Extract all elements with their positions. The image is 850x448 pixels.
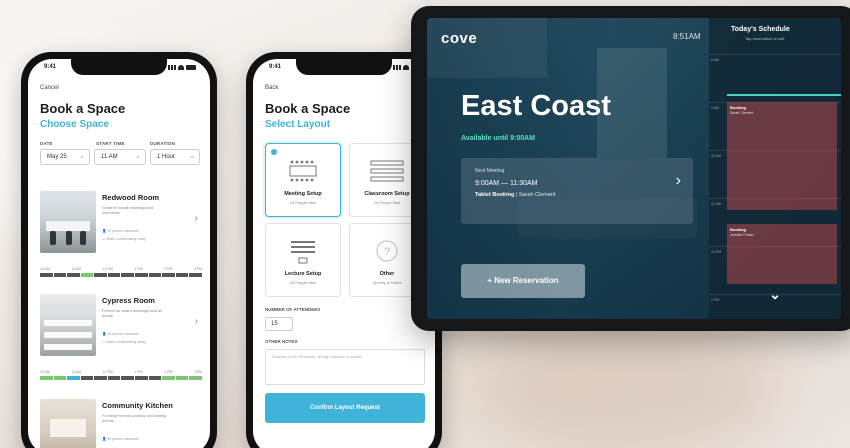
date-label: DATE bbox=[40, 141, 53, 146]
duration-select[interactable]: 1 Hour ⌄ bbox=[150, 149, 200, 165]
chevron-down-icon: ⌄ bbox=[79, 153, 85, 160]
booking-title: Booking bbox=[730, 227, 746, 232]
duration-value: 1 Hour bbox=[157, 154, 176, 160]
layout-name: Lecture Setup bbox=[284, 271, 322, 277]
page-subtitle: Select Layout bbox=[265, 119, 331, 130]
timeline-bars bbox=[40, 376, 202, 380]
chevron-down-icon: ⌄ bbox=[189, 153, 195, 160]
schedule-subtitle: Tap reservation to edit bbox=[745, 36, 785, 41]
cove-logo: cove bbox=[441, 30, 478, 47]
room-description: Great for small meetings and interviews bbox=[102, 205, 154, 215]
question-icon: ? bbox=[376, 240, 398, 262]
next-meeting-details: Tablet Booking | Sarah Clement bbox=[475, 192, 556, 198]
room-photo-backdrop bbox=[427, 18, 547, 78]
confirm-layout-button[interactable]: Confirm Layout Request bbox=[265, 393, 425, 423]
status-time: 9:41 bbox=[269, 64, 282, 70]
room-photo bbox=[40, 399, 96, 448]
page-title: Book a Space bbox=[265, 101, 351, 116]
status-icons bbox=[168, 65, 196, 70]
hour-row: 8 AM bbox=[709, 54, 841, 62]
chevron-right-icon: › bbox=[194, 213, 198, 224]
room-name: East Coast bbox=[461, 90, 611, 122]
room-capacity: 👤 12 person maximum bbox=[102, 229, 140, 233]
signal-icon bbox=[393, 65, 401, 70]
booking-person: Jennifer Parker bbox=[730, 233, 754, 237]
new-reservation-button[interactable]: + New Reservation bbox=[461, 264, 585, 298]
meeting-table-icon bbox=[289, 160, 317, 182]
start-time-value: 11 AM bbox=[101, 154, 118, 160]
tablet-room-display: cove 8:51AM East Coast Available until 9… bbox=[411, 6, 850, 331]
layout-card-meeting[interactable]: Meeting Setup 24 People Max bbox=[265, 143, 341, 217]
phone-choose-space: 9:41 Cancel Book a Space Choose Space DA… bbox=[21, 52, 217, 448]
room-video: ▭ Video conferencing ready bbox=[102, 340, 146, 344]
svg-text:?: ? bbox=[384, 246, 390, 258]
room-capacity: 👤 20 person maximum bbox=[102, 332, 140, 336]
chevron-down-icon[interactable]: ⌄ bbox=[769, 286, 781, 303]
wifi-icon bbox=[403, 65, 409, 70]
booking-block[interactable]: Booking Jennifer Parker bbox=[727, 224, 837, 284]
lecture-seats-icon bbox=[291, 241, 315, 264]
date-value: May 25 bbox=[47, 154, 67, 160]
room-description: Perfect for board meetings and all hands bbox=[102, 308, 163, 318]
signal-icon bbox=[168, 65, 176, 70]
booking-person: Sarah Clement bbox=[730, 111, 754, 115]
booking-block[interactable]: Booking Sarah Clement bbox=[727, 102, 837, 210]
layout-capacity: 24 People Max bbox=[289, 200, 317, 205]
room-name: Community Kitchen bbox=[102, 401, 173, 410]
phone-screen: 9:41 Cancel Book a Space Choose Space DA… bbox=[28, 59, 210, 448]
layout-capacity: 30 People Max bbox=[289, 280, 317, 285]
cancel-button[interactable]: Cancel bbox=[40, 85, 59, 91]
room-description: For large format cooking and tasting eve… bbox=[102, 413, 167, 423]
notes-label: OTHER NOTES bbox=[265, 339, 298, 344]
next-meeting-time: 9:00AM — 11:30AM bbox=[475, 180, 538, 187]
layout-name: Meeting Setup bbox=[284, 191, 322, 197]
current-time-indicator bbox=[727, 94, 841, 96]
tablet-screen: cove 8:51AM East Coast Available until 9… bbox=[427, 18, 841, 319]
room-card-redwood[interactable]: Redwood Room Great for small meetings an… bbox=[40, 191, 202, 253]
classroom-rows-icon bbox=[370, 160, 404, 182]
room-video: ▭ Video conferencing ready bbox=[102, 237, 146, 241]
attendees-label: NUMBER OF ATTENDEES bbox=[265, 307, 321, 312]
page-title: Book a Space bbox=[40, 101, 126, 116]
chevron-right-icon: › bbox=[675, 172, 681, 189]
availability-timeline: 10 AM 11 AM 12 PM 1 PM 2 PM 3 PM bbox=[40, 267, 202, 281]
wifi-icon bbox=[178, 65, 184, 70]
availability-status: Available until 9:00AM bbox=[461, 135, 536, 142]
notes-input[interactable]: Screens or AV Requests, timing requests … bbox=[265, 349, 425, 385]
chevron-right-icon: › bbox=[194, 316, 198, 327]
background-blur bbox=[480, 320, 780, 448]
room-card-community-kitchen[interactable]: Community Kitchen For large format cooki… bbox=[40, 399, 202, 448]
layout-card-lecture[interactable]: Lecture Setup 30 People Max bbox=[265, 223, 341, 297]
availability-timeline: 10 AM 11 AM 12 PM 1 PM 2 PM 3 PM bbox=[40, 370, 202, 384]
status-bar: 9:41 bbox=[269, 64, 421, 74]
status-time: 9:41 bbox=[44, 64, 57, 70]
room-card-cypress[interactable]: Cypress Room Perfect for board meetings … bbox=[40, 294, 202, 356]
current-time: 8:51AM bbox=[673, 32, 701, 41]
page-subtitle: Choose Space bbox=[40, 119, 109, 130]
booking-title: Booking bbox=[730, 105, 746, 110]
chevron-down-icon: ⌄ bbox=[135, 153, 141, 160]
room-photo bbox=[40, 191, 96, 253]
schedule-title: Today's Schedule bbox=[731, 26, 790, 33]
room-name: Redwood Room bbox=[102, 193, 160, 202]
room-capacity: 👤 30 person maximum bbox=[102, 437, 140, 441]
battery-icon bbox=[186, 65, 196, 70]
room-photo bbox=[40, 294, 96, 356]
status-bar: 9:41 bbox=[44, 64, 196, 74]
timeline-bars bbox=[40, 273, 202, 277]
date-select[interactable]: May 25 ⌄ bbox=[40, 149, 90, 165]
next-meeting-label: Next Meeting bbox=[475, 168, 505, 174]
attendees-input[interactable]: 15 bbox=[265, 317, 293, 331]
back-button[interactable]: Back bbox=[265, 85, 278, 91]
phone-screen: 9:41 Back Book a Space Select Layout Mee… bbox=[253, 59, 435, 448]
room-name: Cypress Room bbox=[102, 296, 155, 305]
duration-label: DURATION bbox=[150, 141, 176, 146]
selected-check-icon bbox=[271, 149, 277, 155]
schedule-panel: Today's Schedule Tap reservation to edit… bbox=[709, 18, 841, 319]
next-meeting-card[interactable]: Next Meeting 9:00AM — 11:30AM Tablet Boo… bbox=[461, 158, 693, 224]
start-time-select[interactable]: 11 AM ⌄ bbox=[94, 149, 146, 165]
start-time-label: START TIME bbox=[96, 141, 125, 146]
